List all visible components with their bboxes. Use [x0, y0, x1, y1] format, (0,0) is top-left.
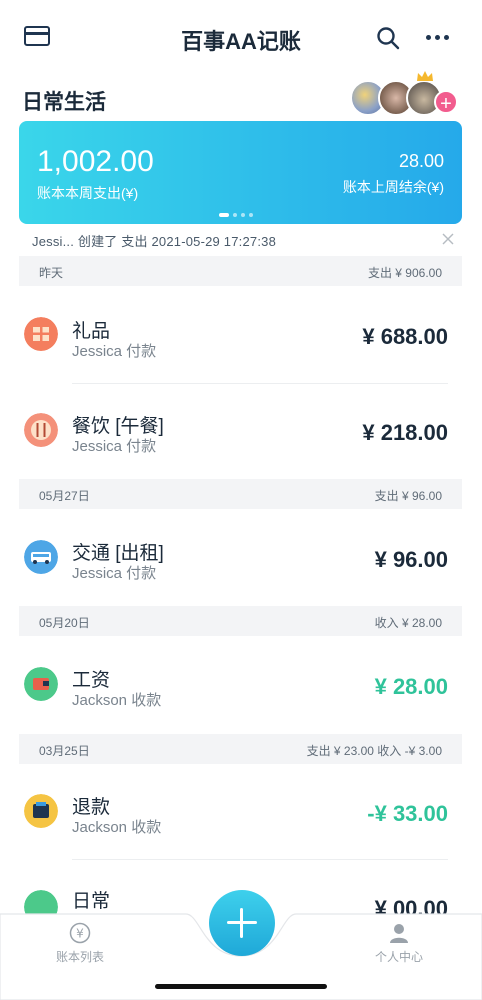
record-title: 餐饮 [午餐] — [72, 416, 164, 437]
more-icon[interactable] — [426, 28, 452, 46]
section-summary: 支出 ¥ 906.00 — [367, 266, 442, 280]
record-payer: Jackson 收款 — [72, 692, 162, 709]
top-nav-bar: 百事AA记账 — [0, 0, 482, 76]
tab-label: 个人中心 — [374, 950, 423, 964]
record-amount: ¥ 218.00 — [362, 420, 448, 445]
last-week-balance: 28.00 — [398, 151, 444, 171]
activity-notice: Jessi... 创建了 支出 2021-05-29 17:27:38 — [32, 234, 277, 249]
summary-banner[interactable]: 1,002.00 账本本周支出(¥) 28.00 账本上周结余(¥) — [19, 121, 462, 224]
section-summary: 收入 ¥ 28.00 — [374, 616, 442, 630]
week-total-label: 账本本周支出(¥) — [37, 185, 139, 201]
record-row[interactable]: 礼品 Jessica 付款 ¥ 688.00 — [0, 288, 482, 384]
date-section-header: 05月20日 收入 ¥ 28.00 — [19, 606, 462, 636]
add-member-button[interactable]: + — [434, 90, 458, 115]
record-row[interactable]: 餐饮 [午餐] Jessica 付款 ¥ 218.00 — [0, 383, 482, 479]
section-date: 03月25日 — [39, 744, 90, 758]
record-amount: ¥ 28.00 — [374, 674, 448, 699]
page-dot — [249, 213, 253, 217]
week-total: 1,002.00 — [37, 145, 154, 178]
record-payer: Jessica 付款 — [72, 438, 157, 455]
record-row[interactable]: 工资 Jackson 收款 ¥ 28.00 — [0, 637, 482, 733]
record-amount: -¥ 33.00 — [367, 801, 448, 826]
member-avatars[interactable]: + — [350, 71, 462, 120]
record-amount: ¥ 688.00 — [362, 324, 448, 349]
record-row[interactable]: 退款 Jackson 收款 -¥ 33.00 — [0, 764, 482, 860]
crown-icon — [417, 71, 433, 81]
section-summary: 支出 ¥ 96.00 — [374, 489, 442, 503]
svg-text:¥: ¥ — [76, 927, 84, 941]
record-title: 工资 — [72, 670, 111, 691]
yen-circle-icon: ¥ — [69, 922, 91, 944]
date-section-header: 03月25日 支出 ¥ 23.00 收入 -¥ 3.00 — [19, 734, 462, 764]
record-payer: Jackson 收款 — [72, 819, 162, 836]
record-title: 交通 [出租] — [72, 543, 164, 564]
section-summary: 支出 ¥ 23.00 收入 -¥ 3.00 — [306, 744, 442, 758]
page-dot — [219, 213, 229, 217]
record-amount: ¥ 96.00 — [374, 547, 448, 572]
search-icon[interactable] — [376, 26, 400, 50]
page-dot — [233, 213, 237, 217]
section-date: 昨天 — [39, 266, 64, 280]
salary-icon — [24, 667, 58, 701]
section-date: 05月20日 — [39, 616, 90, 630]
record-payer: Jessica 付款 — [72, 565, 157, 582]
record-row[interactable]: 交通 [出租] Jessica 付款 ¥ 96.00 — [0, 510, 482, 606]
date-section-header: 05月27日 支出 ¥ 96.00 — [19, 479, 462, 509]
dining-icon — [24, 413, 58, 447]
page-indicator — [219, 213, 253, 217]
taxi-icon — [24, 540, 58, 574]
record-payer: Jessica 付款 — [72, 343, 157, 360]
tab-profile[interactable]: 个人中心 — [354, 922, 444, 965]
page-dot — [241, 213, 245, 217]
add-record-button[interactable] — [209, 890, 275, 956]
person-icon — [390, 924, 408, 943]
record-title: 退款 — [72, 797, 111, 818]
app-title: 百事AA记账 — [181, 29, 301, 54]
date-section-header: 昨天 支出 ¥ 906.00 — [19, 256, 462, 286]
last-week-balance-label: 账本上周结余(¥) — [342, 179, 444, 195]
book-name[interactable]: 日常生活 — [22, 86, 106, 116]
record-title: 日常 — [72, 891, 111, 912]
section-date: 05月27日 — [39, 489, 90, 503]
refund-icon — [24, 794, 58, 828]
gift-icon — [24, 317, 58, 351]
close-icon[interactable] — [440, 231, 456, 247]
tab-book-list[interactable]: ¥ 账本列表 — [35, 922, 125, 965]
tab-label: 账本列表 — [55, 950, 104, 964]
record-title: 礼品 — [72, 321, 111, 342]
home-indicator — [155, 984, 327, 989]
